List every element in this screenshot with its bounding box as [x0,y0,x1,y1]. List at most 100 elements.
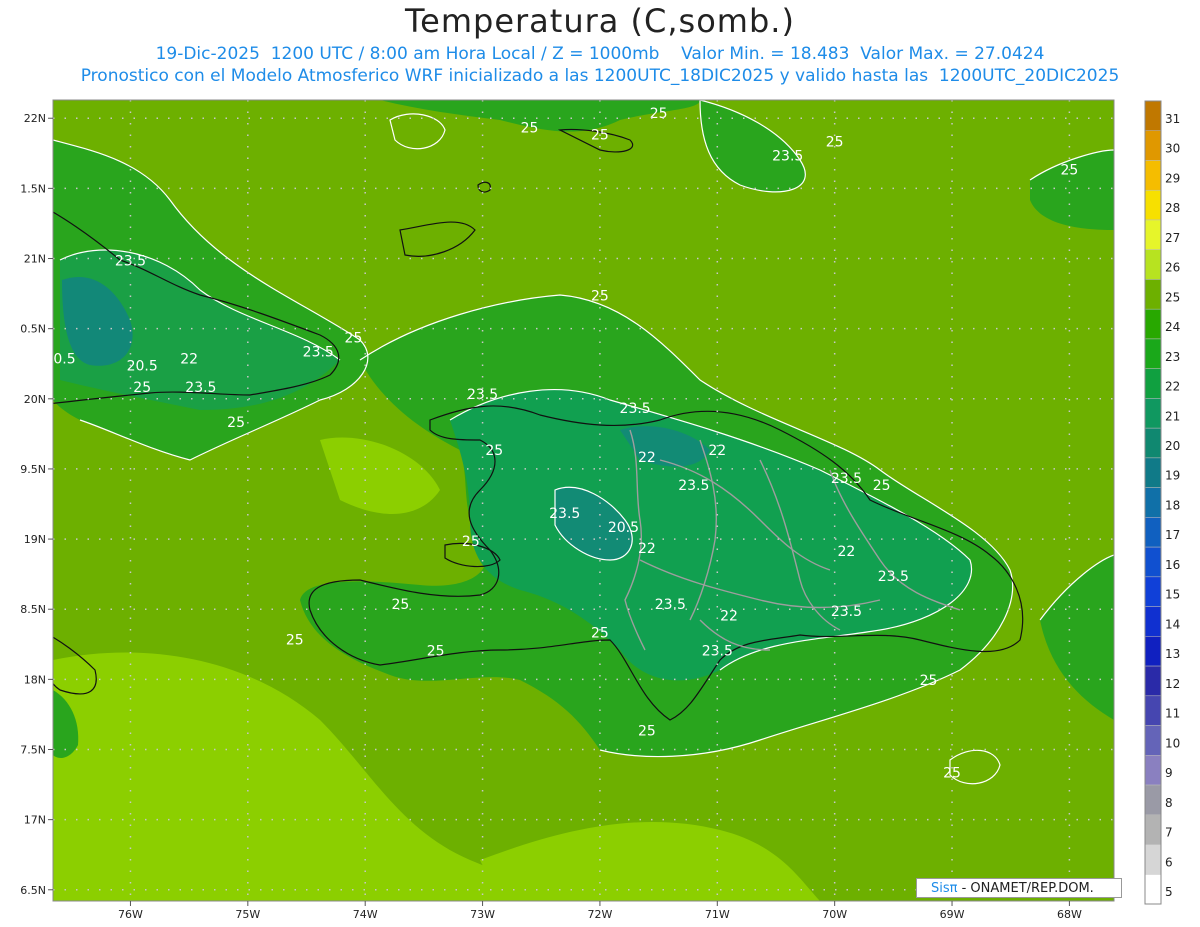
colorbar-label: 16 [1165,558,1180,572]
colorbar-swatch [1144,755,1162,786]
lon-label: 76W [118,908,143,921]
colorbar-swatch [1144,606,1162,637]
colorbar-label: 6 [1165,855,1173,869]
contour-label: 23.5 [702,644,733,660]
lat-label: 7.5N [20,743,46,756]
colorbar-swatch [1144,398,1162,429]
contour-label: 23.5 [549,506,580,522]
colorbar-label: 30 [1165,142,1180,156]
contour-label: 23.5 [655,597,686,613]
colorbar-swatch [1144,457,1162,488]
contour-label: 22 [720,608,738,624]
colorbar-label: 7 [1165,826,1173,840]
lon-label: 75W [235,908,260,921]
contour-label: 25 [826,134,844,150]
contour-label: 23.5 [303,345,334,361]
colorbar-swatch [1144,427,1162,459]
lat-label: 6.5N [20,884,46,897]
colorbar-swatch [1144,636,1162,667]
contour-label: 22 [638,450,656,466]
longitude-axis: 76W 75W 74W 73W 72W 71W 70W 69W 68W [118,901,1082,921]
colorbar-label: 21 [1165,409,1180,423]
colorbar-label: 18 [1165,498,1180,512]
colorbar-swatch [1144,130,1162,161]
contour-label: 25 [462,534,480,550]
colorbar-label: 25 [1165,290,1180,304]
colorbar-label: 24 [1165,320,1180,334]
contour-label: 23.5 [620,401,651,417]
contour-label: 22 [837,544,855,560]
colorbar-swatch [1144,784,1162,816]
contour-label: 25 [920,673,938,689]
lon-label: 72W [587,908,612,921]
colorbar-swatch [1144,100,1162,131]
colorbar-swatch [1144,844,1162,875]
colorbar-swatch [1144,189,1162,221]
contour-label: 25 [591,625,609,641]
contour-label: 25 [427,644,445,660]
lat-label: 0.5N [20,323,46,336]
colorbar-label: 17 [1165,528,1180,542]
colorbar-label: 5 [1165,885,1173,899]
lat-label: 1.5N [20,182,46,195]
lat-label: 19N [24,533,46,546]
contour-label: 25 [133,380,151,396]
contour-label: 20.5 [608,520,639,536]
colorbar-legend: 31 30 29 28 27 26 25 24 23 22 21 20 19 18 17 16 15 14 13 12… [1144,100,1180,905]
colorbar-swatch [1144,576,1162,607]
contour-label: 23.5 [878,569,909,585]
lon-label: 68W [1057,908,1082,921]
contour-label: 23.5 [831,471,862,487]
contour-label: 25 [650,106,668,122]
lat-label: 8.5N [20,603,46,616]
contour-label: 20.5 [44,352,75,368]
colorbar-label: 23 [1165,350,1180,364]
colorbar-swatch [1144,308,1162,340]
contour-label: 25 [485,443,503,459]
contour-label: 25 [391,597,409,613]
contour-label: 25 [345,331,363,347]
lat-label: 22N [24,112,46,125]
colorbar-swatch [1144,279,1162,310]
contour-label: 23.5 [678,478,709,494]
lat-label: 17N [24,814,46,827]
colorbar-label: 27 [1165,231,1180,245]
colorbar-swatch [1144,695,1162,726]
colorbar-swatch [1144,249,1162,280]
colorbar-label: 22 [1165,380,1180,394]
lon-label: 71W [705,908,730,921]
colorbar-label: 9 [1165,766,1173,780]
colorbar-label: 13 [1165,647,1180,661]
lon-label: 70W [822,908,847,921]
lat-label: 20N [24,393,46,406]
lon-label: 74W [353,908,378,921]
lat-label: 18N [24,673,46,686]
contour-label: 23.5 [772,148,803,164]
colorbar-swatch [1144,874,1162,905]
credit-box: Sisπ - ONAMET/REP.DOM. [916,878,1122,898]
contour-label: 20.5 [127,359,158,375]
colorbar-label: 8 [1165,796,1173,810]
colorbar-label: 15 [1165,588,1180,602]
credit-org: - ONAMET/REP.DOM. [957,881,1094,896]
temperature-map: 25 25 25 23.5 25 25 23.5 25 20.5 20.5 22 25 23.5 23.5… [20,99,1180,921]
colorbar-label: 11 [1165,707,1180,721]
credit-sis: Sisπ [931,881,958,896]
lon-label: 73W [470,908,495,921]
contour-label: 23.5 [831,604,862,620]
colorbar-label: 28 [1165,201,1180,215]
contour-label: 23.5 [185,380,216,396]
colorbar-swatch [1144,814,1162,845]
contour-label: 25 [873,478,891,494]
lat-label: 21N [24,253,46,266]
contour-label: 25 [521,120,539,136]
colorbar-label: 12 [1165,677,1180,691]
colorbar-swatch [1144,368,1162,399]
colorbar-swatch [1144,160,1162,191]
colorbar-swatch [1144,338,1162,369]
colorbar-label: 20 [1165,439,1180,453]
colorbar-swatch [1144,546,1162,578]
colorbar-label: 10 [1165,736,1180,750]
colorbar-label: 19 [1165,469,1180,483]
colorbar-swatch [1144,219,1162,250]
